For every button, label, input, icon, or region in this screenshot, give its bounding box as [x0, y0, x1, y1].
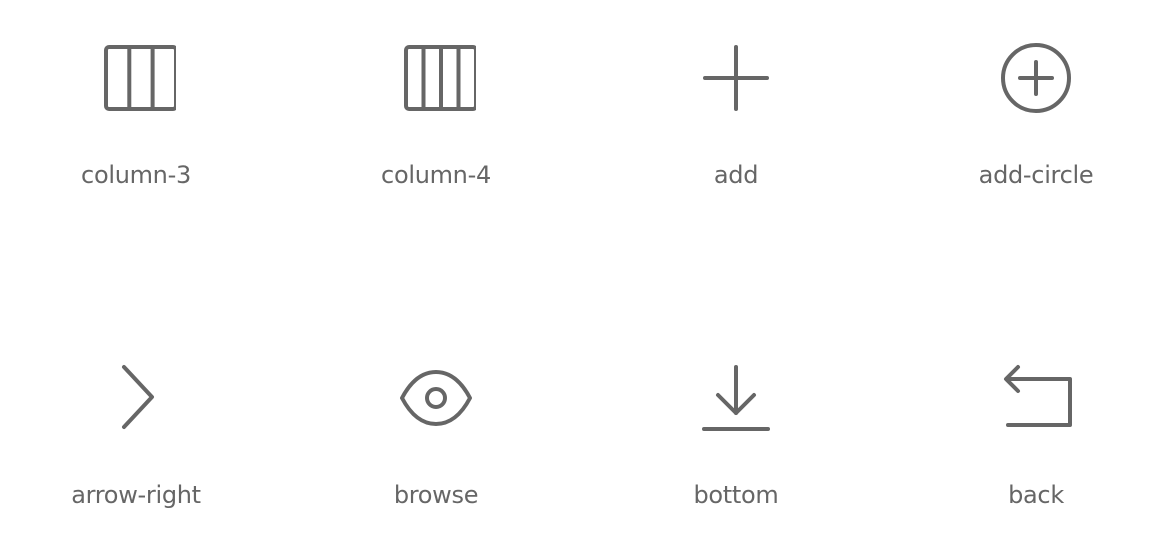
icon-label: add-circle — [978, 161, 1094, 189]
icon-tile-bottom[interactable]: bottom — [626, 320, 846, 510]
add-icon — [696, 35, 776, 115]
add-circle-icon — [996, 35, 1076, 115]
icon-grid: column-3 column-4 add add-circle arrow-r… — [0, 0, 1157, 543]
icon-tile-arrow-right[interactable]: arrow-right — [26, 320, 246, 510]
column-3-icon — [96, 35, 176, 115]
icon-label: back — [1008, 481, 1064, 509]
column-4-icon — [396, 35, 476, 115]
icon-tile-add[interactable]: add — [626, 0, 846, 190]
icon-tile-browse[interactable]: browse — [326, 320, 546, 510]
icon-label: arrow-right — [71, 481, 201, 509]
bottom-icon — [696, 355, 776, 435]
icon-label: add — [713, 161, 759, 189]
icon-label: column-3 — [81, 161, 191, 189]
browse-icon — [396, 355, 476, 435]
back-icon — [996, 355, 1076, 435]
icon-tile-column-4[interactable]: column-4 — [326, 0, 546, 190]
arrow-right-icon — [96, 355, 176, 435]
icon-tile-add-circle[interactable]: add-circle — [926, 0, 1146, 190]
icon-label: bottom — [693, 481, 779, 509]
icon-label: browse — [393, 481, 479, 509]
icon-tile-back[interactable]: back — [926, 320, 1146, 510]
icon-label: column-4 — [381, 161, 491, 189]
icon-tile-column-3[interactable]: column-3 — [26, 0, 246, 190]
